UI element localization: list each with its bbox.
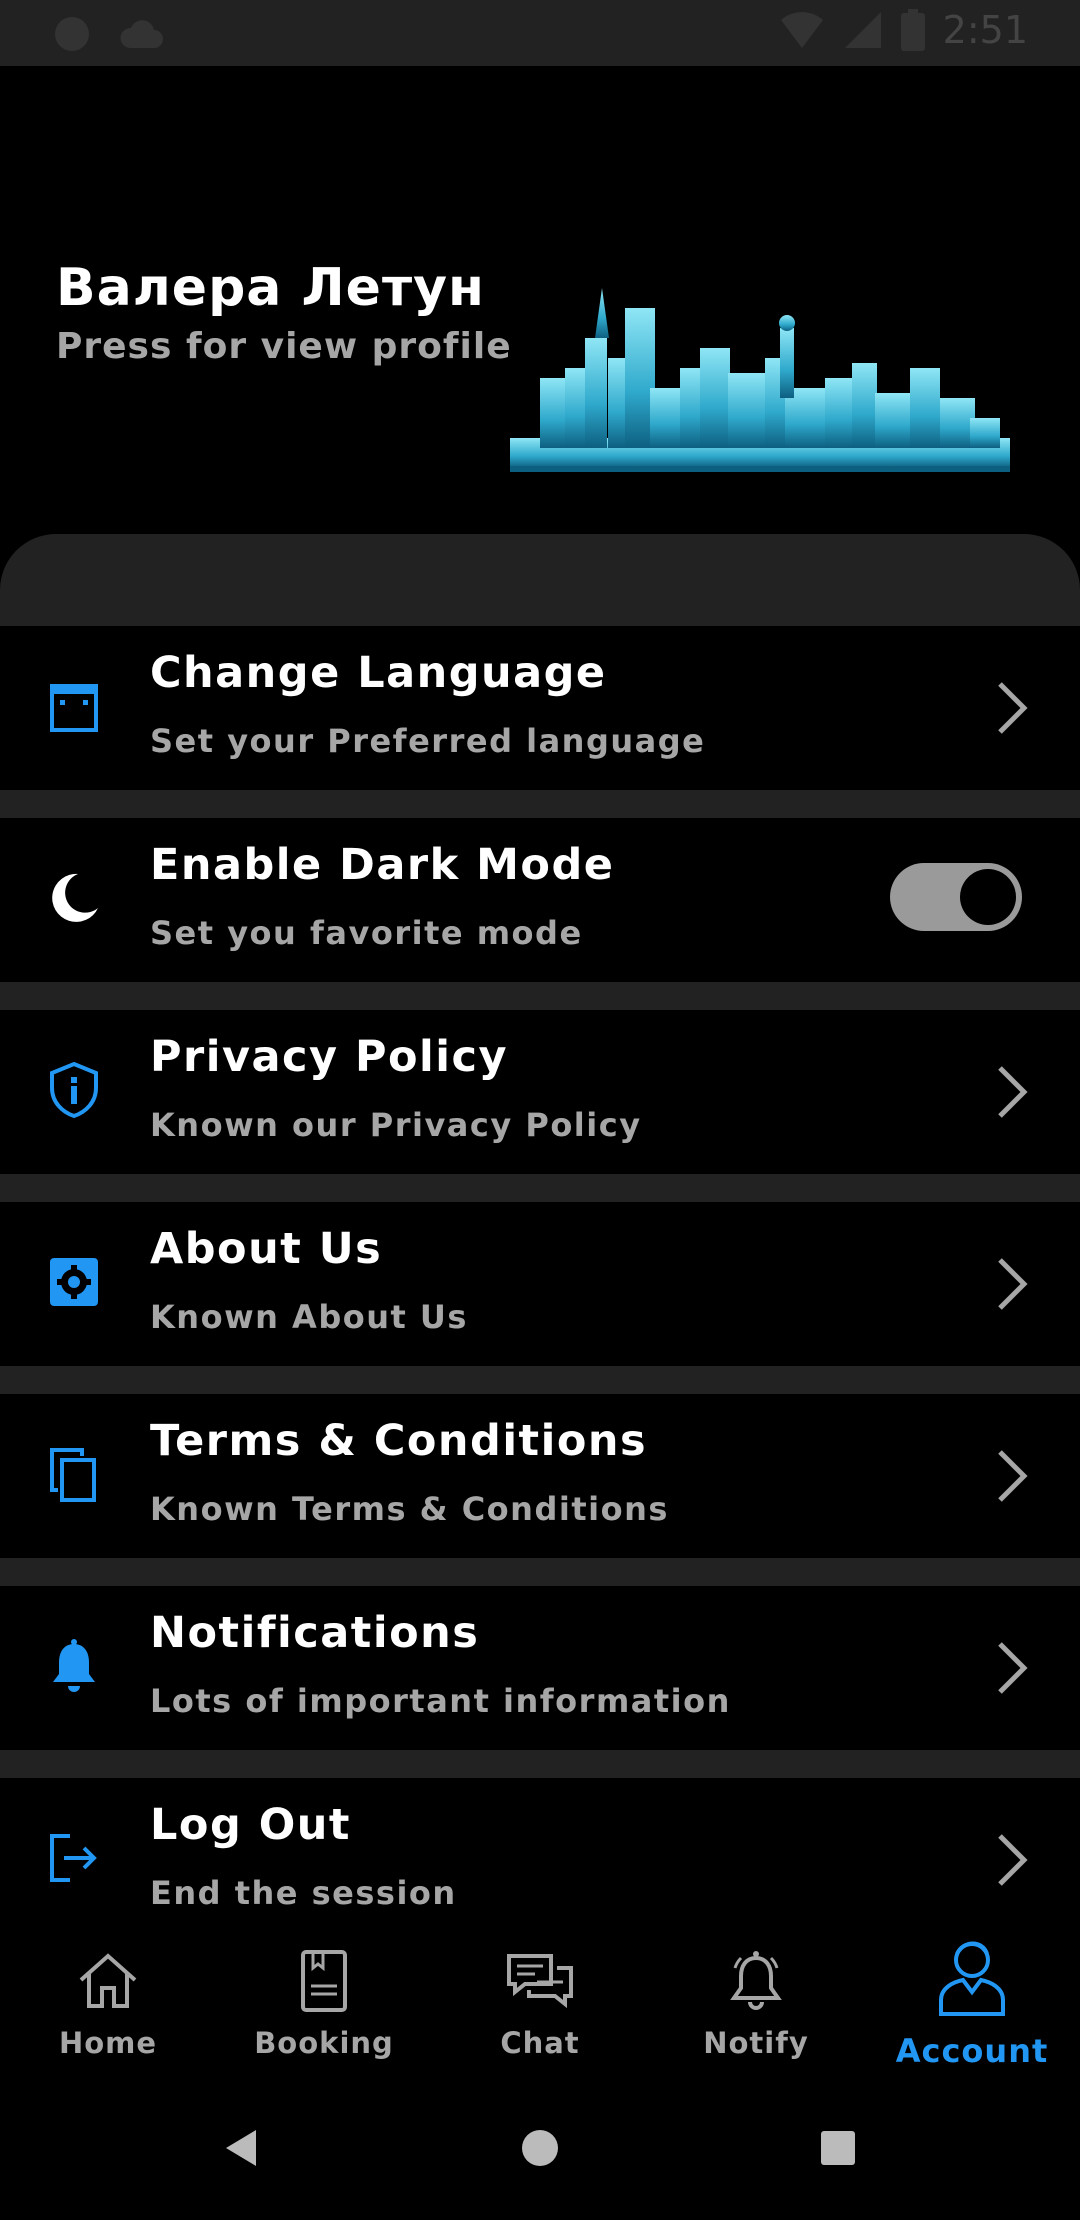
home-circle-icon[interactable] bbox=[510, 2118, 570, 2178]
menu-item-change-language[interactable]: Change Language Set your Preferred langu… bbox=[0, 626, 1080, 790]
language-icon bbox=[50, 684, 98, 732]
bell-icon bbox=[53, 1639, 95, 1692]
menu-title: About Us bbox=[150, 1224, 383, 1274]
battery-icon bbox=[900, 9, 925, 51]
copy-icon bbox=[50, 1448, 96, 1502]
menu-title: Terms & Conditions bbox=[150, 1416, 648, 1466]
nav-home[interactable]: Home bbox=[0, 1922, 216, 2074]
status-bar: 2:51 bbox=[0, 0, 1080, 66]
menu-title: Notifications bbox=[150, 1608, 480, 1658]
toggle-knob bbox=[960, 869, 1016, 925]
settings-sheet: Change Language Set your Preferred langu… bbox=[0, 534, 1080, 1924]
system-nav-bar bbox=[0, 2074, 1080, 2220]
book-icon bbox=[301, 1950, 347, 2012]
menu-item-notifications[interactable]: Notifications Lots of important informat… bbox=[0, 1586, 1080, 1750]
menu-subtitle: Known About Us bbox=[150, 1298, 468, 1336]
menu-title: Log Out bbox=[150, 1800, 351, 1850]
nav-label: Booking bbox=[254, 2026, 394, 2060]
profile-name[interactable]: Валера Летун bbox=[56, 258, 485, 318]
chevron-right-icon bbox=[998, 1642, 1028, 1694]
menu-subtitle: End the session bbox=[150, 1874, 457, 1912]
chevron-right-icon bbox=[998, 682, 1028, 734]
status-time: 2:51 bbox=[942, 8, 1028, 52]
moon-icon bbox=[52, 873, 98, 922]
menu-subtitle: Known our Privacy Policy bbox=[150, 1106, 642, 1144]
profile-subtitle[interactable]: Press for view profile bbox=[56, 326, 512, 367]
nav-label: Home bbox=[58, 2026, 158, 2060]
menu-item-privacy-policy[interactable]: Privacy Policy Known our Privacy Policy bbox=[0, 1010, 1080, 1174]
home-icon bbox=[79, 1953, 137, 2008]
chevron-right-icon bbox=[998, 1258, 1028, 1310]
nav-notify[interactable]: Notify bbox=[648, 1922, 864, 2074]
menu-subtitle: Lots of important information bbox=[150, 1682, 731, 1720]
menu-title: Privacy Policy bbox=[150, 1032, 509, 1082]
nav-label: Account bbox=[895, 2032, 1049, 2070]
signal-icon bbox=[844, 12, 881, 48]
menu-subtitle: Set your Preferred language bbox=[150, 722, 706, 760]
app-indicator-icon bbox=[55, 17, 89, 51]
chevron-right-icon bbox=[998, 1066, 1028, 1118]
chevron-right-icon bbox=[998, 1450, 1028, 1502]
account-icon bbox=[939, 1941, 1005, 2016]
nav-account[interactable]: Account bbox=[864, 1922, 1080, 2074]
dark-mode-toggle[interactable] bbox=[890, 863, 1022, 931]
logout-icon bbox=[50, 1834, 97, 1882]
chat-icon bbox=[507, 1954, 573, 2009]
bell-outline-icon bbox=[730, 1951, 782, 2010]
nav-booking[interactable]: Booking bbox=[216, 1922, 432, 2074]
shield-info-icon bbox=[50, 1061, 98, 1119]
menu-item-terms[interactable]: Terms & Conditions Known Terms & Conditi… bbox=[0, 1394, 1080, 1558]
nav-label: Notify bbox=[703, 2026, 809, 2060]
chevron-right-icon bbox=[998, 1834, 1028, 1886]
city-skyline-illustration bbox=[510, 288, 1010, 472]
back-icon[interactable] bbox=[212, 2118, 272, 2178]
recents-icon[interactable] bbox=[808, 2118, 868, 2178]
menu-item-about-us[interactable]: About Us Known About Us bbox=[0, 1202, 1080, 1366]
nav-label: Chat bbox=[500, 2026, 580, 2060]
menu-item-dark-mode[interactable]: Enable Dark Mode Set you favorite mode bbox=[0, 818, 1080, 982]
settings-box-icon bbox=[50, 1258, 98, 1306]
menu-subtitle: Known Terms & Conditions bbox=[150, 1490, 669, 1528]
nav-chat[interactable]: Chat bbox=[432, 1922, 648, 2074]
wifi-icon bbox=[780, 12, 823, 48]
menu-title: Change Language bbox=[150, 648, 607, 698]
menu-item-logout[interactable]: Log Out End the session bbox=[0, 1778, 1080, 1924]
menu-subtitle: Set you favorite mode bbox=[150, 914, 583, 952]
bottom-nav: Home Booking Chat Notify Account bbox=[0, 1922, 1080, 2074]
cloud-icon bbox=[120, 20, 163, 48]
menu-title: Enable Dark Mode bbox=[150, 840, 615, 890]
